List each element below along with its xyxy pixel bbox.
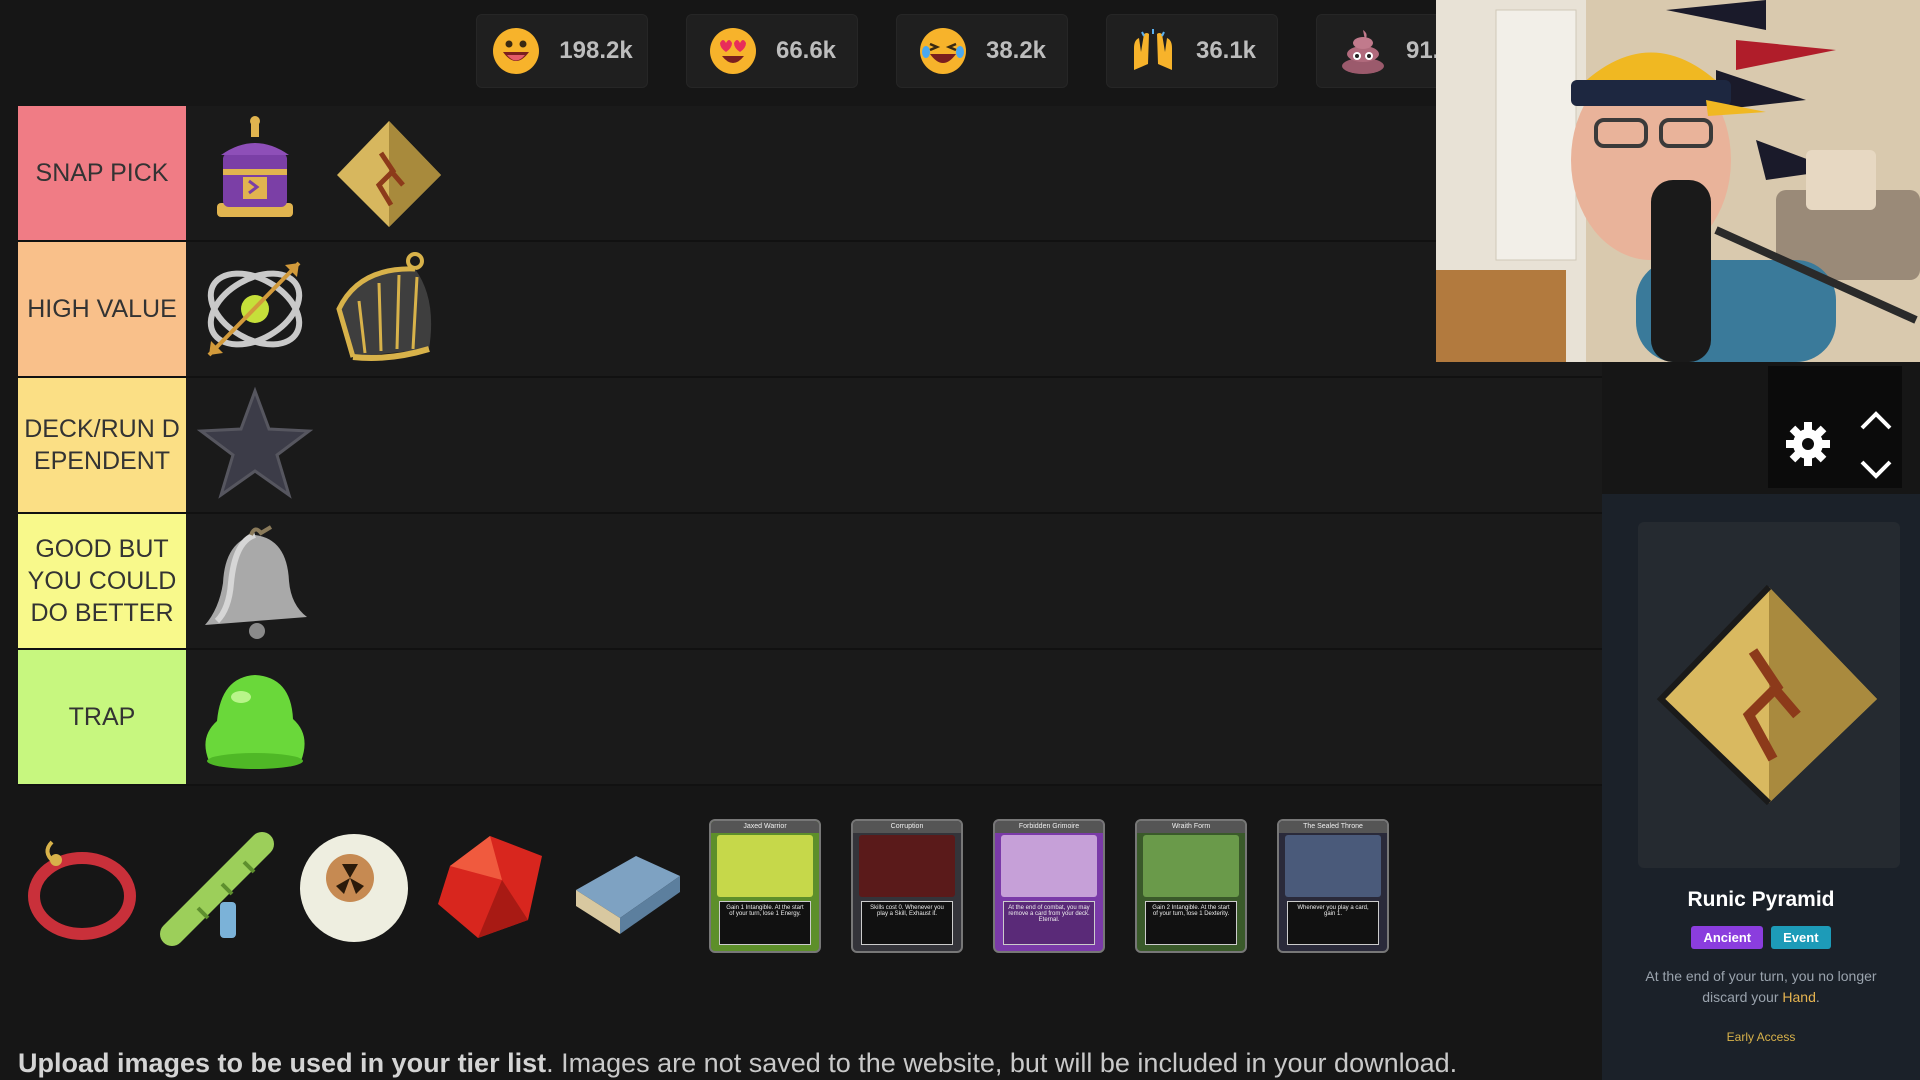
card-text: Whenever you play a card, gain 1.	[1287, 901, 1379, 945]
reaction-count: 38.2k	[985, 37, 1047, 64]
card-art	[1001, 835, 1097, 897]
webcam-overlay	[1436, 0, 1920, 362]
card-title: The Sealed Throne	[1279, 821, 1387, 833]
tier-controls	[1768, 366, 1902, 488]
upload-instructions: Upload images to be used in your tier li…	[18, 1048, 1457, 1079]
eyeball-icon[interactable]	[290, 818, 418, 954]
slime-relic-icon[interactable]	[192, 654, 318, 780]
laughing-face-icon	[918, 26, 968, 76]
tier-row-good-but-could-do-better: GOOD BUT YOU COULD DO BETTER	[18, 514, 1602, 650]
reaction-laughing[interactable]: 38.2k	[896, 14, 1068, 88]
card-art	[1143, 835, 1239, 897]
item-description: At the end of your turn, you no longer d…	[1626, 966, 1896, 1008]
item-detail-panel: Runic Pyramid Ancient Event At the end o…	[1602, 494, 1920, 1080]
gear-icon[interactable]	[1784, 420, 1832, 468]
item-title: Runic Pyramid	[1687, 888, 1835, 911]
dark-star-relic-icon[interactable]	[192, 382, 318, 508]
runic-pyramid-icon	[1656, 584, 1877, 806]
badge-ancient: Ancient	[1691, 926, 1764, 949]
orbit-relic-icon[interactable]	[192, 246, 318, 372]
tier-label[interactable]: GOOD BUT YOU COULD DO BETTER	[18, 514, 186, 648]
description-keyword: Hand	[1782, 989, 1816, 1005]
card-art	[717, 835, 813, 897]
reaction-count: 198.2k	[559, 37, 633, 64]
tier-row-trap: TRAP	[18, 650, 1602, 786]
tier-drop-zone[interactable]	[186, 378, 1602, 512]
tier-label[interactable]: TRAP	[18, 650, 186, 784]
poop-icon	[1338, 26, 1388, 76]
heart-eyes-face-icon	[708, 26, 758, 76]
card-text: Gain 2 Intangible. At the start of your …	[1145, 901, 1237, 945]
card-art	[1285, 835, 1381, 897]
item-badges: Ancient Event	[1602, 926, 1920, 949]
chevron-up-icon[interactable]	[1858, 408, 1894, 432]
badge-event: Event	[1771, 926, 1831, 949]
card-item[interactable]: Forbidden Grimoire At the end of combat,…	[993, 819, 1105, 953]
bamboo-pipe-icon[interactable]	[154, 818, 282, 954]
tier-drop-zone[interactable]	[186, 514, 1602, 648]
item-detail-image	[1638, 522, 1900, 868]
bell-relic-icon[interactable]	[192, 518, 318, 644]
upload-instructions-rest: . Images are not saved to the website, b…	[546, 1048, 1458, 1078]
card-item[interactable]: Jaxed Warrior Gain 1 Intangible. At the …	[709, 819, 821, 953]
reaction-count: 36.1k	[1195, 37, 1257, 64]
tier-drop-zone[interactable]	[186, 106, 1602, 240]
card-title: Corruption	[853, 821, 961, 833]
card-art	[859, 835, 955, 897]
unranked-items: Jaxed Warrior Gain 1 Intangible. At the …	[18, 818, 1400, 954]
tier-label[interactable]: DECK/RUN DEPENDENT	[18, 378, 186, 512]
description-end: .	[1815, 989, 1820, 1005]
upload-instructions-bold: Upload images to be used in your tier li…	[18, 1048, 547, 1078]
description-text: At the end of your turn, you no longer d…	[1645, 968, 1877, 1005]
card-item[interactable]: The Sealed Throne Whenever you play a ca…	[1277, 819, 1389, 953]
card-title: Forbidden Grimoire	[995, 821, 1103, 833]
grinning-face-icon	[491, 26, 541, 76]
reaction-raised-hands[interactable]: 36.1k	[1106, 14, 1278, 88]
card-item[interactable]: Wraith Form Gain 2 Intangible. At the st…	[1135, 819, 1247, 953]
tier-drop-zone[interactable]	[186, 650, 1602, 784]
tier-list: SNAP PICK HIGH VALUE DECK/RUN DEPENDENT	[18, 106, 1602, 786]
blue-book-icon[interactable]	[562, 818, 690, 954]
reaction-count: 66.6k	[775, 37, 837, 64]
reaction-grinning[interactable]: 198.2k	[476, 14, 648, 88]
tier-drop-zone[interactable]	[186, 242, 1602, 376]
card-text: At the end of combat, you may remove a c…	[1003, 901, 1095, 945]
streamer-camera-image	[1436, 0, 1920, 362]
tier-label[interactable]: HIGH VALUE	[18, 242, 186, 376]
reaction-heart-eyes[interactable]: 66.6k	[686, 14, 858, 88]
tier-row-snap-pick: SNAP PICK	[18, 106, 1602, 242]
early-access-label: Early Access	[1726, 1030, 1796, 1044]
chevron-down-icon[interactable]	[1858, 458, 1894, 482]
runic-pyramid-icon[interactable]	[326, 110, 452, 236]
card-text: Skills cost 0. Whenever you play a Skill…	[861, 901, 953, 945]
temple-relic-icon[interactable]	[192, 110, 318, 236]
tier-row-high-value: HIGH VALUE	[18, 242, 1602, 378]
raised-hands-icon	[1128, 26, 1178, 76]
red-collar-icon[interactable]	[18, 818, 146, 954]
birdcage-relic-icon[interactable]	[326, 246, 452, 372]
red-gem-icon[interactable]	[426, 818, 554, 954]
tier-label[interactable]: SNAP PICK	[18, 106, 186, 240]
card-item[interactable]: Corruption Skills cost 0. Whenever you p…	[851, 819, 963, 953]
card-title: Wraith Form	[1137, 821, 1245, 833]
card-title: Jaxed Warrior	[711, 821, 819, 833]
card-text: Gain 1 Intangible. At the start of your …	[719, 901, 811, 945]
reactions-bar: 198.2k 66.6k 38.2k 36.1k 91.1k	[476, 14, 1488, 88]
tier-row-deck-run-dependent: DECK/RUN DEPENDENT	[18, 378, 1602, 514]
